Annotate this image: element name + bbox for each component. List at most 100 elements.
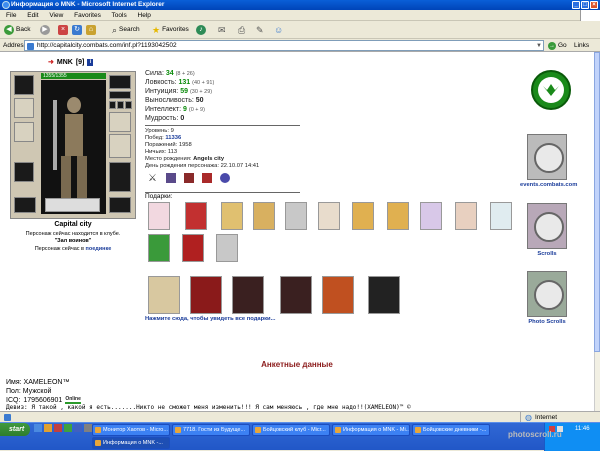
gift-item[interactable] (318, 202, 340, 230)
edit-button[interactable]: ✎ (256, 24, 264, 36)
photo-scrolls-link[interactable]: Photo Scrolls (520, 319, 574, 325)
badge-icon[interactable] (184, 173, 194, 183)
gloves-slot[interactable] (109, 112, 131, 132)
weapon-slot-right[interactable] (109, 134, 131, 158)
refresh-button[interactable]: ↻ (72, 24, 82, 36)
character-panel: 1355/1355 (10, 71, 136, 219)
search-button[interactable]: ⌕ Search (112, 24, 140, 36)
bracer-slot[interactable] (14, 98, 34, 118)
gift-item[interactable] (185, 202, 207, 230)
gift-item[interactable] (216, 234, 238, 262)
menu-view[interactable]: View (49, 12, 63, 19)
title-bar: Информация о MNK - Microsoft Internet Ex… (0, 0, 600, 10)
go-button[interactable]: → Go (548, 39, 567, 52)
ring-slot-2[interactable] (117, 101, 124, 109)
back-arrow-icon: ◀ (4, 25, 14, 35)
info-icon[interactable]: i (87, 58, 94, 66)
club-note: Персонаж сейчас находится в клубе. (25, 231, 121, 237)
large-gift-item[interactable] (232, 276, 264, 314)
weapon-slot-left[interactable] (14, 122, 34, 142)
favorites-button[interactable]: ★ Favorites (152, 24, 189, 36)
menu-tools[interactable]: Tools (112, 12, 127, 19)
quick-launch-icon[interactable] (54, 424, 62, 432)
gift-item[interactable] (490, 202, 512, 230)
stop-button[interactable]: × (58, 24, 68, 36)
home-button[interactable]: ⌂ (86, 24, 96, 36)
events-banner[interactable] (527, 134, 567, 180)
menu-edit[interactable]: Edit (27, 12, 38, 19)
minimize-button[interactable]: _ (572, 1, 580, 9)
earring-slot[interactable] (109, 75, 131, 89)
ie-logo-icon (2, 1, 10, 9)
star-icon: ★ (152, 25, 161, 35)
menu-file[interactable]: File (6, 12, 16, 19)
forward-button[interactable]: ▶ (40, 24, 50, 36)
maximize-button[interactable]: □ (581, 1, 589, 9)
crossed-swords-icon[interactable]: ⚔ (148, 173, 158, 184)
gift-item[interactable] (387, 202, 409, 230)
page-content: ➜ MNK [9] i 1355/1355 Capital city Персо… (0, 52, 594, 411)
quick-launch-icon[interactable] (44, 424, 52, 432)
stat-row: Мудрость: 0 (145, 115, 185, 122)
large-gift-item[interactable] (368, 276, 400, 314)
taskbar-item-active[interactable]: Информация о MNK -... (92, 437, 170, 449)
quick-launch-icon[interactable] (64, 424, 72, 432)
back-button[interactable]: ◀ Back (4, 24, 30, 36)
badge-icon[interactable] (166, 173, 176, 183)
badge-icon[interactable] (220, 173, 230, 183)
print-button[interactable]: ⎙ (238, 24, 245, 36)
all-gifts-link[interactable]: Нажмите сюда, чтобы увидеть все подарки.… (145, 316, 275, 322)
menu-help[interactable]: Help (138, 12, 151, 19)
amulet-slot[interactable] (109, 91, 131, 99)
large-gift-item[interactable] (322, 276, 354, 314)
windows-flag-icon (580, 10, 600, 21)
badge-icon[interactable] (202, 173, 212, 183)
taskbar-item[interactable]: Монитор Хаотов - Micro... (92, 424, 170, 436)
taskbar-item[interactable]: Информация о MNK - Mi... (332, 424, 410, 436)
close-button[interactable]: × (590, 1, 598, 9)
large-gift-item[interactable] (190, 276, 222, 314)
media-button[interactable]: ♪ (196, 24, 206, 36)
profile-name: Имя: XAMELEON™ (6, 379, 70, 386)
quick-launch-icon[interactable] (84, 424, 92, 432)
gift-item[interactable] (352, 202, 374, 230)
gift-item[interactable] (253, 202, 275, 230)
fight-link[interactable]: поединке (86, 246, 112, 252)
taskbar-item[interactable]: 7718. Гости из Будуще... (172, 424, 250, 436)
photo-scrolls-banner[interactable] (527, 271, 567, 317)
belt-slot[interactable] (14, 197, 36, 213)
boots-slot[interactable] (109, 197, 131, 213)
clock: 11:46 (575, 426, 590, 432)
start-button[interactable]: start (0, 423, 30, 436)
gift-item[interactable] (182, 234, 204, 262)
mail-button[interactable]: ✉ (218, 24, 226, 36)
badges-row: ⚔ (148, 173, 230, 184)
goat-logo-icon[interactable] (531, 70, 571, 110)
gift-item[interactable] (148, 234, 170, 262)
large-gift-item[interactable] (148, 276, 180, 314)
taskbar-item[interactable]: Бойцовские дневники -... (412, 424, 490, 436)
links-button[interactable]: Links (574, 39, 589, 52)
gift-item[interactable] (148, 202, 170, 230)
gift-item[interactable] (455, 202, 477, 230)
gift-item[interactable] (285, 202, 307, 230)
online-note: Персонаж сейчас в поединке (34, 246, 112, 252)
scrollbar-thumb[interactable] (594, 52, 600, 352)
menu-favorites[interactable]: Favorites (74, 12, 101, 19)
scrolls-link[interactable]: Scrolls (520, 251, 574, 257)
gift-item[interactable] (221, 202, 243, 230)
gift-item[interactable] (420, 202, 442, 230)
taskbar-item[interactable]: Бойцовский клуб - Micr... (252, 424, 330, 436)
address-input[interactable]: http://capitalcity.combats.com/inf.pl?11… (24, 40, 544, 51)
quick-launch-icon[interactable] (74, 424, 82, 432)
large-gift-item[interactable] (280, 276, 312, 314)
ring-slot-3[interactable] (125, 101, 132, 109)
quick-launch-icon[interactable] (34, 424, 42, 432)
armor-slot[interactable] (14, 162, 34, 182)
scrolls-banner[interactable] (527, 203, 567, 249)
messenger-button[interactable]: ☺ (274, 24, 283, 36)
events-link[interactable]: events.combats.com (520, 182, 577, 188)
ring-slot-1[interactable] (109, 101, 116, 109)
leggings-slot[interactable] (109, 162, 131, 192)
helmet-slot[interactable] (14, 75, 34, 95)
